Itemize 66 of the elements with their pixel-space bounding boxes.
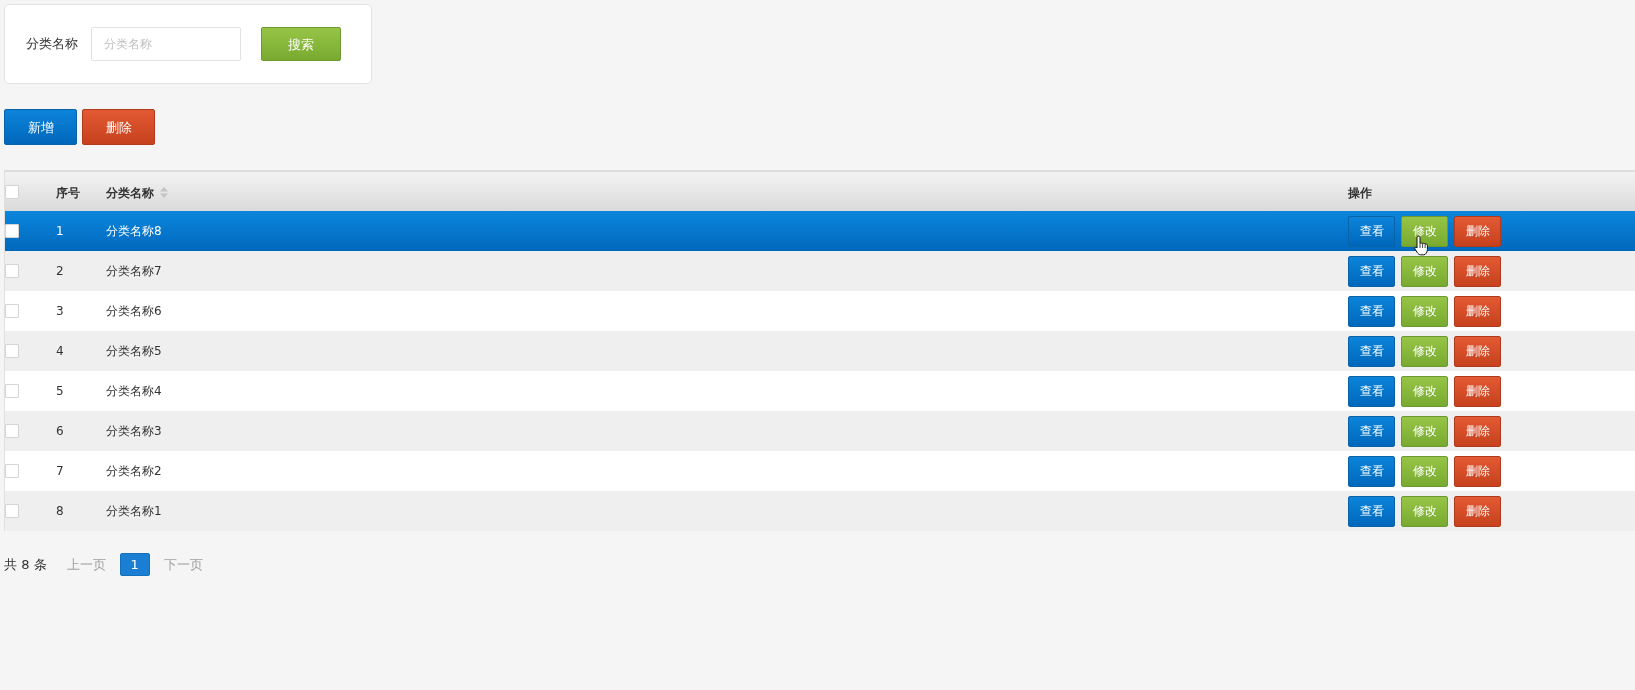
delete-button[interactable]: 删除 xyxy=(1454,375,1501,407)
edit-button[interactable]: 修改 xyxy=(1401,455,1448,487)
table-cell: 分类名称3 xyxy=(106,424,162,438)
checkbox[interactable] xyxy=(5,424,19,438)
column-header: 操作 xyxy=(1348,184,1372,202)
checkbox[interactable] xyxy=(5,304,19,318)
view-button[interactable]: 查看 xyxy=(1348,415,1395,447)
table-cell: 2 xyxy=(56,264,64,278)
table-row[interactable]: 8 分类名称1 查看 修改 删除 xyxy=(5,491,1635,531)
delete-button[interactable]: 删除 xyxy=(1454,255,1501,287)
view-button[interactable]: 查看 xyxy=(1348,375,1395,407)
checkbox[interactable] xyxy=(5,224,19,238)
view-button[interactable]: 查看 xyxy=(1348,215,1395,247)
table-row[interactable]: 6 分类名称3 查看 修改 删除 xyxy=(5,411,1635,451)
edit-button[interactable]: 修改 xyxy=(1401,295,1448,327)
search-button[interactable]: 搜索 xyxy=(261,27,341,61)
edit-button[interactable]: 修改 xyxy=(1401,335,1448,367)
table-row[interactable]: 7 分类名称2 查看 修改 删除 xyxy=(5,451,1635,491)
delete-button[interactable]: 删除 xyxy=(1454,495,1501,527)
checkbox[interactable] xyxy=(5,384,19,398)
view-button[interactable]: 查看 xyxy=(1348,495,1395,527)
view-button[interactable]: 查看 xyxy=(1348,255,1395,287)
delete-button[interactable]: 删除 xyxy=(82,109,155,145)
checkbox[interactable] xyxy=(5,184,19,199)
column-header[interactable]: 分类名称 xyxy=(106,183,168,202)
table-cell: 1 xyxy=(56,224,64,238)
column-header: 序号 xyxy=(56,184,80,202)
add-button[interactable]: 新增 xyxy=(4,109,77,145)
table-cell: 分类名称8 xyxy=(106,224,162,238)
table-row[interactable]: 4 分类名称5 查看 修改 删除 xyxy=(5,331,1635,371)
delete-button[interactable]: 删除 xyxy=(1454,455,1501,487)
delete-button[interactable]: 删除 xyxy=(1454,215,1501,247)
table-cell: 分类名称2 xyxy=(106,464,162,478)
checkbox[interactable] xyxy=(5,344,19,358)
table-cell: 7 xyxy=(56,464,64,478)
delete-button[interactable]: 删除 xyxy=(1454,415,1501,447)
table-row[interactable]: 2 分类名称7 查看 修改 删除 xyxy=(5,251,1635,291)
table-row[interactable]: 5 分类名称4 查看 修改 删除 xyxy=(5,371,1635,411)
delete-button[interactable]: 删除 xyxy=(1454,335,1501,367)
view-button[interactable]: 查看 xyxy=(1348,455,1395,487)
edit-button[interactable]: 修改 xyxy=(1401,375,1448,407)
checkbox[interactable] xyxy=(5,264,19,278)
edit-button[interactable]: 修改 xyxy=(1401,415,1448,447)
table-cell: 分类名称7 xyxy=(106,264,162,278)
table-row[interactable]: 3 分类名称6 查看 修改 删除 xyxy=(5,291,1635,331)
page-button[interactable]: 1 xyxy=(119,553,150,576)
table-cell: 分类名称6 xyxy=(106,304,162,318)
view-button[interactable]: 查看 xyxy=(1348,295,1395,327)
table-cell: 分类名称4 xyxy=(106,384,162,398)
checkbox[interactable] xyxy=(5,464,19,478)
search-field[interactable]: 分类名称 xyxy=(91,27,241,61)
total-count: 共 8 条 xyxy=(4,555,47,574)
sort-icon[interactable] xyxy=(160,187,168,198)
table-cell: 分类名称5 xyxy=(106,344,162,358)
table-cell: 3 xyxy=(56,304,64,318)
edit-button[interactable]: 修改 xyxy=(1401,255,1448,287)
table-cell: 6 xyxy=(56,424,64,438)
table-cell: 5 xyxy=(56,384,64,398)
delete-button[interactable]: 删除 xyxy=(1454,295,1501,327)
table-cell: 8 xyxy=(56,504,64,518)
table-cell: 4 xyxy=(56,344,64,358)
table-cell: 分类名称1 xyxy=(106,504,162,518)
view-button[interactable]: 查看 xyxy=(1348,335,1395,367)
checkbox[interactable] xyxy=(5,504,19,518)
edit-button[interactable]: 修改 xyxy=(1401,495,1448,527)
search-label: 分类名称 xyxy=(26,35,78,54)
